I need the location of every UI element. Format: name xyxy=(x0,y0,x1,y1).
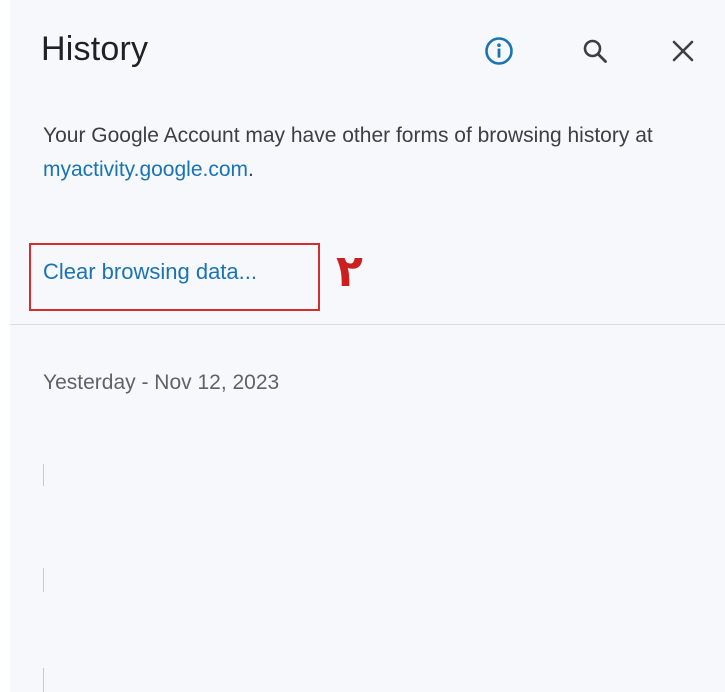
page-title: History xyxy=(41,30,149,68)
account-notice-text: Your Google Account may have other forms… xyxy=(43,124,653,147)
info-circle-icon xyxy=(485,37,513,65)
account-notice-period: . xyxy=(248,158,254,181)
account-notice: Your Google Account may have other forms… xyxy=(43,119,713,187)
history-item-placeholder xyxy=(43,464,44,486)
history-panel: History Your Google Account may have oth… xyxy=(10,0,725,692)
section-divider xyxy=(10,324,725,325)
myactivity-link[interactable]: myactivity.google.com xyxy=(43,158,248,181)
history-item-placeholder xyxy=(43,668,44,692)
clear-browsing-data-link[interactable]: Clear browsing data... xyxy=(43,259,257,285)
history-item-placeholder xyxy=(43,568,44,592)
search-icon xyxy=(583,39,607,63)
history-date-header: Yesterday - Nov 12, 2023 xyxy=(43,371,280,394)
close-icon xyxy=(672,40,694,62)
close-button[interactable] xyxy=(663,31,703,71)
search-button[interactable] xyxy=(575,31,615,71)
history-header: History xyxy=(10,0,725,104)
info-button[interactable] xyxy=(479,31,519,71)
step-number-annotation: ۲ xyxy=(336,246,363,297)
